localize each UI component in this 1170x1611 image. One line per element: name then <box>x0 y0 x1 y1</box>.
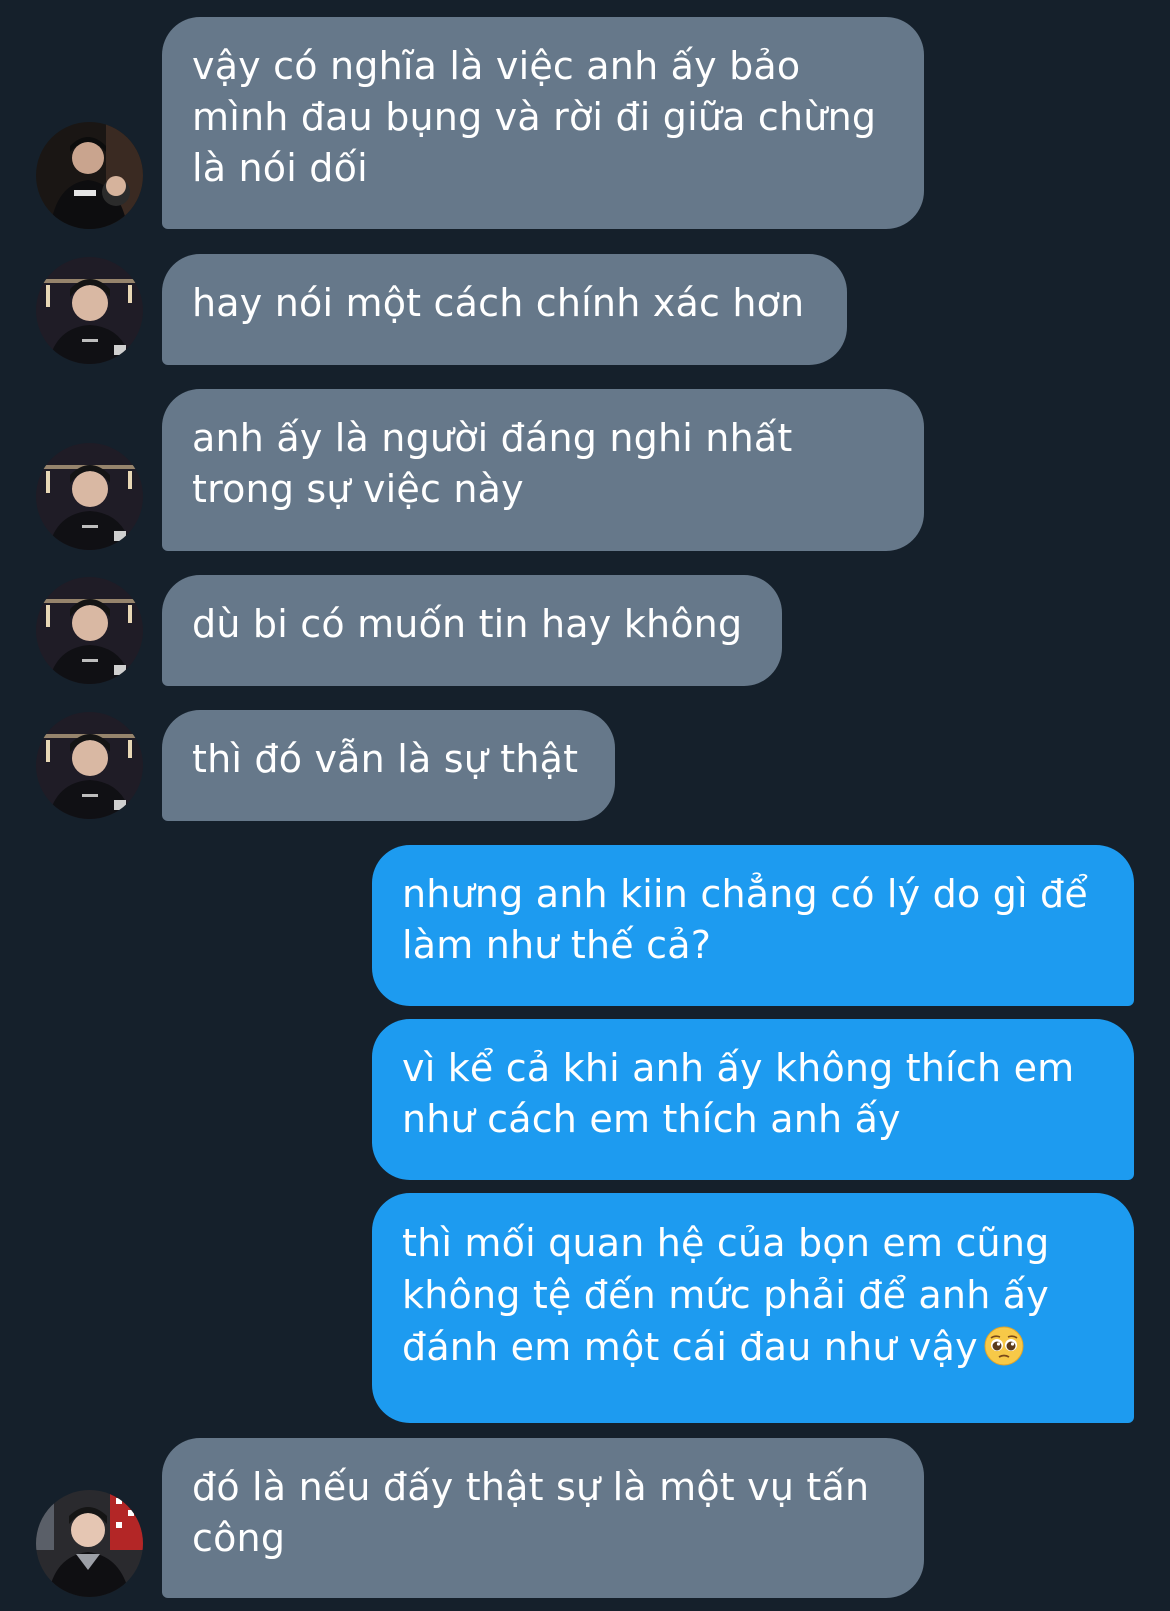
avatar-photo-b-icon <box>36 443 143 550</box>
message-bubble-incoming[interactable]: dù bi có muốn tin hay không <box>162 575 782 686</box>
avatar-photo-a-icon <box>36 122 143 229</box>
sender-avatar[interactable] <box>36 712 143 819</box>
message-bubble-incoming[interactable]: đó là nếu đấy thật sự là một vụ tấn công <box>162 1438 924 1598</box>
message-bubble-incoming[interactable]: anh ấy là người đáng nghi nhất trong sự … <box>162 389 924 551</box>
message-bubble-outgoing[interactable]: thì mối quan hệ của bọn em cũng không tệ… <box>372 1193 1134 1423</box>
avatar-photo-c-icon <box>36 1490 143 1597</box>
avatar-photo-b-icon <box>36 257 143 364</box>
sender-avatar[interactable] <box>36 577 143 684</box>
pleading-face-emoji-icon <box>984 1326 1024 1366</box>
sender-avatar[interactable] <box>36 443 143 550</box>
sender-avatar[interactable] <box>36 122 143 229</box>
avatar-photo-b-icon <box>36 712 143 819</box>
message-text: thì mối quan hệ của bọn em cũng không tệ… <box>402 1221 1050 1369</box>
message-bubble-incoming[interactable]: thì đó vẫn là sự thật <box>162 710 615 821</box>
sender-avatar[interactable] <box>36 1490 143 1597</box>
message-bubble-outgoing[interactable]: nhưng anh kiin chẳng có lý do gì để làm … <box>372 845 1134 1006</box>
message-bubble-incoming[interactable]: hay nói một cách chính xác hơn <box>162 254 847 365</box>
sender-avatar[interactable] <box>36 257 143 364</box>
avatar-photo-b-icon <box>36 577 143 684</box>
message-bubble-incoming[interactable]: vậy có nghĩa là việc anh ấy bảo mình đau… <box>162 17 924 229</box>
conversation-thread: vậy có nghĩa là việc anh ấy bảo mình đau… <box>0 0 1170 1611</box>
message-bubble-outgoing[interactable]: vì kể cả khi anh ấy không thích em như c… <box>372 1019 1134 1180</box>
